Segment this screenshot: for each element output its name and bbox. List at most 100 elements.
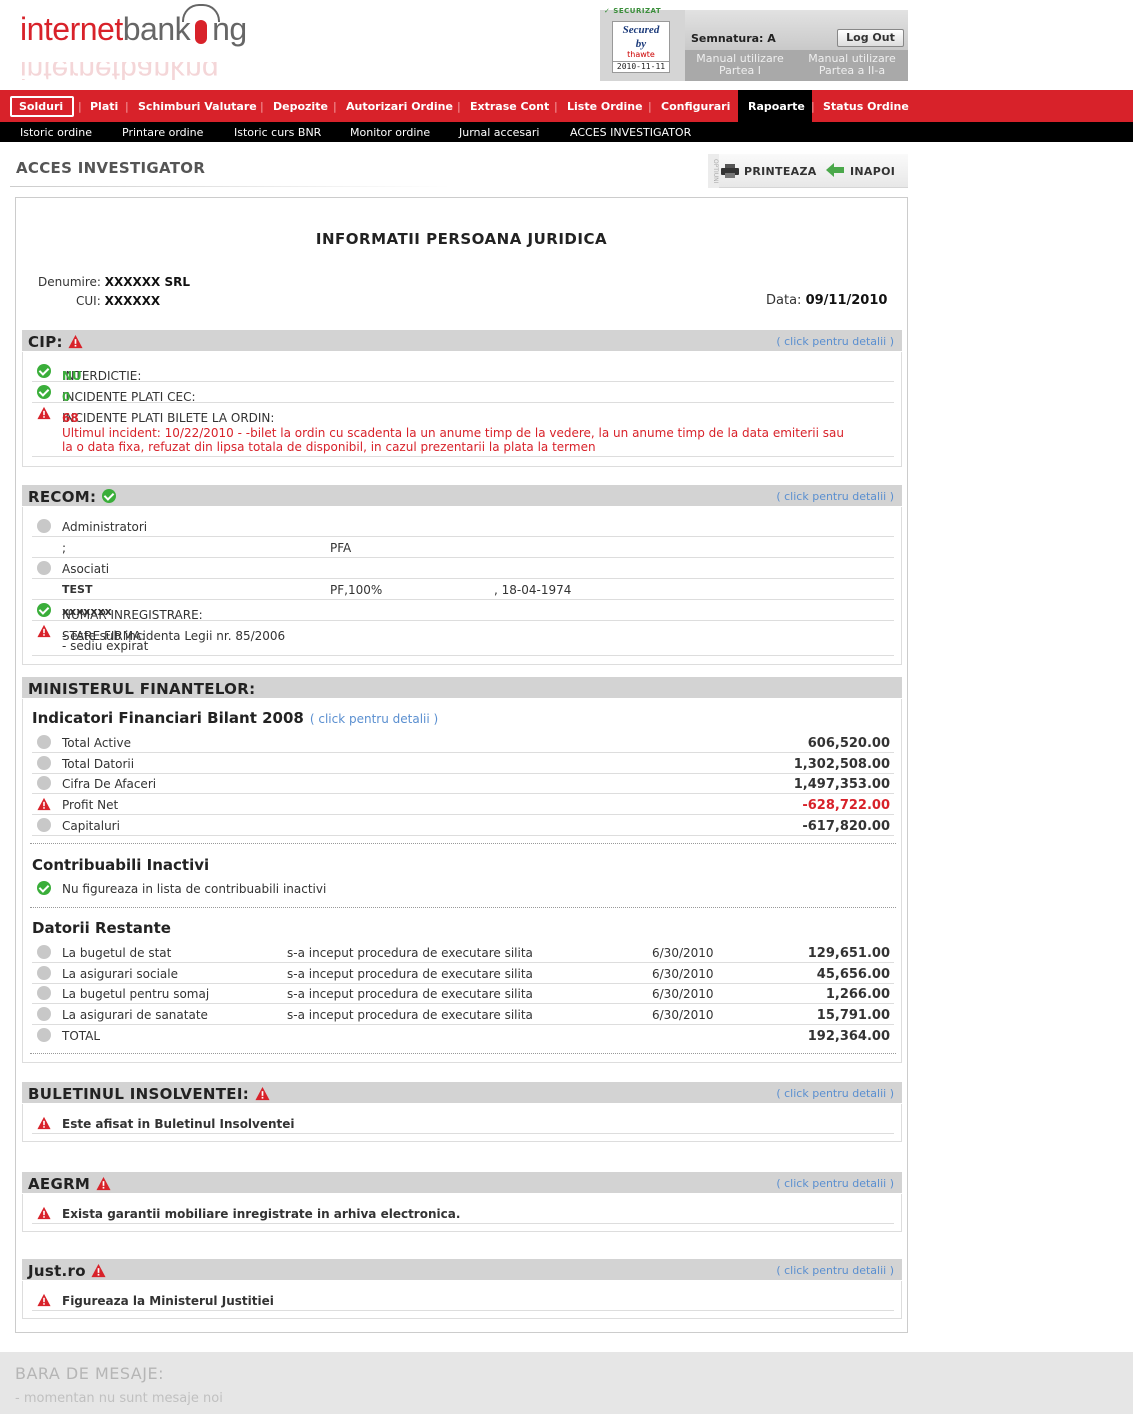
aegrm-row: Exista garantii mobiliare inregistrate i… xyxy=(32,1203,894,1224)
inactivi-row: Nu figureaza in lista de contribuabili i… xyxy=(32,878,894,899)
restante-row: La bugetul pentru somaj s-a inceput proce… xyxy=(32,983,894,1005)
warning-icon xyxy=(37,624,51,638)
just-header: Just.ro ( click pentru detalii ) xyxy=(22,1259,902,1281)
restante-title: Datorii Restante xyxy=(32,919,171,937)
warning-icon xyxy=(37,1293,51,1307)
print-button[interactable]: PRINTEAZA xyxy=(744,165,817,178)
insolv-row: Este afisat in Buletinul Insolventei xyxy=(32,1113,894,1134)
bullet-icon xyxy=(37,1028,51,1042)
cip-details-link[interactable]: ( click pentru detalii ) xyxy=(776,335,894,348)
warning-icon xyxy=(37,406,51,420)
bullet-icon xyxy=(37,735,51,749)
warning-icon xyxy=(96,1176,111,1191)
manual-part2-link[interactable]: Manual utilizare Partea a II-a xyxy=(797,53,907,77)
recom-nr-inregistrare-row: NUMAR INREGISTRARE: xxxxxxx xyxy=(32,600,894,622)
bilant-row: Total Datorii 1,302,508.00 xyxy=(32,753,894,774)
back-button[interactable]: INAPOI xyxy=(850,165,895,178)
bilant-row: Cifra De Afaceri 1,497,353.00 xyxy=(32,773,894,795)
bullet-icon xyxy=(37,817,51,832)
thawte-badge: Secured by thawte 2010-11-11 xyxy=(612,21,670,73)
recom-administratori-row: Administratori xyxy=(32,516,894,537)
aegrm-details-link[interactable]: ( click pentru detalii ) xyxy=(776,1177,894,1190)
just-details-link[interactable]: ( click pentru detalii ) xyxy=(776,1264,894,1277)
restante-row: La asigurari de sanatate s-a inceput proc… xyxy=(32,1004,894,1026)
data-value: 09/11/2010 xyxy=(805,293,888,308)
insolv-header: BULETINUL INSOLVENTEI: ( click pentru de… xyxy=(22,1082,902,1104)
cip-bilete-row: INCIDENTE PLATI BILETE LA ORDIN: 68 xyxy=(32,403,894,425)
message-bar-text: - momentan nu sunt mesaje noi xyxy=(15,1391,223,1406)
nav-depozite[interactable]: Depozite xyxy=(273,100,328,113)
check-icon xyxy=(37,385,51,399)
subnav-monitor-ordine[interactable]: Monitor ordine xyxy=(350,126,430,139)
sub-nav: Istoric ordine Printare ordine Istoric c… xyxy=(0,122,1133,142)
nav-schimburi-valutare[interactable]: Schimburi Valutare xyxy=(138,100,257,113)
security-seal[interactable]: ✓ SECURIZAT Secured by thawte 2010-11-11 xyxy=(600,7,685,81)
check-icon xyxy=(101,489,116,503)
document-title: INFORMATII PERSOANA JURIDICA xyxy=(315,230,608,248)
denumire-value: XXXXXX SRL xyxy=(104,275,190,289)
nav-plati[interactable]: Plati xyxy=(90,100,118,113)
cui-value: XXXXXX xyxy=(104,294,161,308)
logo-reflection: internetbankng xyxy=(20,62,219,80)
bilant-title: Indicatori Financiari Bilant 2008( click… xyxy=(32,709,439,727)
cip-interdictie-row: INTERDICTIE: NU xyxy=(32,361,894,383)
subnav-istoric-curs-bnr[interactable]: Istoric curs BNR xyxy=(234,126,321,139)
restante-total-row: TOTAL 192,364.00 xyxy=(32,1025,894,1046)
cip-title: CIP: xyxy=(28,333,83,351)
options-label: OPTIUNI xyxy=(708,154,719,188)
nav-liste-ordine[interactable]: Liste Ordine xyxy=(567,100,643,113)
recom-asociati-row: Asociati xyxy=(32,558,894,579)
insolv-details-link[interactable]: ( click pentru detalii ) xyxy=(776,1087,894,1100)
message-bar: BARA DE MESAJE: - momentan nu sunt mesaj… xyxy=(0,1352,1133,1414)
data-label: Data: 09/11/2010 xyxy=(766,293,888,308)
subnav-acces-investigator[interactable]: ACCES INVESTIGATOR xyxy=(570,126,691,139)
bullet-icon xyxy=(37,986,51,1001)
warning-icon xyxy=(255,1086,270,1101)
bullet-icon xyxy=(37,965,51,980)
message-bar-title: BARA DE MESAJE: xyxy=(15,1364,164,1383)
account-box: Semnatura: A Log Out Manual utilizare Pa… xyxy=(685,10,908,81)
subnav-printare-ordine[interactable]: Printare ordine xyxy=(122,126,203,139)
nav-autorizari-ordine[interactable]: Autorizari Ordine xyxy=(346,100,453,113)
warning-icon xyxy=(37,1116,51,1130)
page-title: ACCES INVESTIGATOR xyxy=(16,159,206,177)
cip-cec-row: INCIDENTE PLATI CEC: 0 xyxy=(32,382,894,404)
cip-last-incident: Ultimul incident: 10/22/2010 - -bilet la… xyxy=(32,424,894,457)
subnav-jurnal-accesari[interactable]: Jurnal accesari xyxy=(459,126,539,139)
bilant-details-link[interactable]: ( click pentru detalii ) xyxy=(310,712,438,726)
recom-header: RECOM: ( click pentru detalii ) xyxy=(22,485,902,507)
restante-row: La bugetul de stat s-a inceput procedura … xyxy=(32,942,894,963)
denumire-label: Denumire: XXXXXX SRL xyxy=(38,275,190,289)
bullet-icon xyxy=(37,519,51,533)
recom-details-link[interactable]: ( click pentru detalii ) xyxy=(776,490,894,503)
manual-part1-link[interactable]: Manual utilizare Partea I xyxy=(685,53,795,77)
bilant-row: Total Active 606,520.00 xyxy=(32,732,894,753)
lock-icon xyxy=(182,4,221,44)
nav-rapoarte[interactable]: Rapoarte xyxy=(748,100,805,113)
just-row: Figureaza la Ministerul Justitiei xyxy=(32,1290,894,1311)
logout-button[interactable]: Log Out xyxy=(837,29,904,47)
subnav-istoric-ordine[interactable]: Istoric ordine xyxy=(20,126,92,139)
nav-extrase-cont[interactable]: Extrase Cont xyxy=(470,100,549,113)
signature-label: Semnatura: A xyxy=(691,32,776,45)
bullet-icon xyxy=(37,1007,51,1022)
recom-admin-entry: ; PFA xyxy=(32,537,894,558)
bullet-icon xyxy=(37,945,51,959)
mf-header: MINISTERUL FINANTELOR: xyxy=(22,677,902,699)
aegrm-title: AEGRM xyxy=(28,1175,111,1193)
check-icon xyxy=(37,881,51,895)
warning-icon xyxy=(91,1263,106,1278)
recom-title: RECOM: xyxy=(28,488,116,506)
restante-row: La asigurari sociale s-a inceput procedur… xyxy=(32,963,894,984)
warning-icon xyxy=(37,1206,51,1220)
mf-title: MINISTERUL FINANTELOR: xyxy=(28,680,256,698)
logo: internetbank ng xyxy=(20,4,247,47)
nav-configurari[interactable]: Configurari xyxy=(661,100,730,113)
printer-icon[interactable] xyxy=(721,164,739,178)
nav-solduri[interactable]: Solduri xyxy=(19,100,63,113)
back-arrow-icon[interactable] xyxy=(826,163,844,177)
just-title: Just.ro xyxy=(28,1262,106,1280)
bilant-row: Capitaluri -617,820.00 xyxy=(32,815,894,836)
nav-status-ordine[interactable]: Status Ordine xyxy=(823,100,909,113)
insolv-title: BULETINUL INSOLVENTEI: xyxy=(28,1085,270,1103)
